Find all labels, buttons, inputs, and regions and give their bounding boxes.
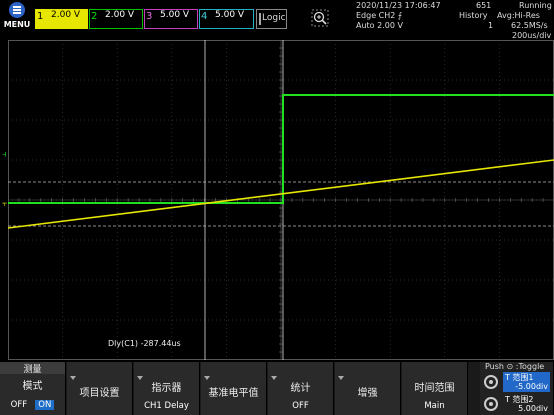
channel-1-scale: 2.00 V <box>51 10 81 20</box>
trigger-type[interactable]: Edge CH2 ⨍ <box>356 11 402 20</box>
time-per-div: 200us/div <box>512 31 552 40</box>
reference-level-title: 基准电平值 <box>208 388 259 399</box>
range-2-knob-icon[interactable] <box>484 397 498 411</box>
run-state: Running <box>519 1 552 10</box>
menu-button[interactable]: MENU <box>2 1 32 31</box>
sample-rate: 62.5MS/s <box>511 21 548 30</box>
channel-2-number: 2 <box>91 11 98 22</box>
channel-2-scale: 2.00 V <box>105 10 135 20</box>
range-2-field[interactable]: T 范围2 5.00div <box>503 394 550 414</box>
channel-1-ground-marker[interactable]: ⫟ <box>2 199 7 209</box>
menu-label: MENU <box>3 20 31 29</box>
acquisition-mode[interactable]: Avg:Hi-Res <box>497 11 540 20</box>
push-knob-icon: ⊙ <box>506 362 514 371</box>
statistics-softkey[interactable]: 统计 OFF <box>268 362 334 415</box>
indicator-value: CH1 Delay <box>144 401 189 411</box>
channel-4-number: 4 <box>201 11 208 22</box>
measure-mode-softkey[interactable]: 测量 模式 OFF ON <box>0 362 66 415</box>
trigger-level[interactable]: Auto 2.00 V <box>356 21 403 30</box>
statistics-title: 统计 <box>290 383 311 394</box>
channel-1-button[interactable]: 1 2.00 V <box>35 9 88 29</box>
enhance-title: 增强 <box>357 388 378 399</box>
channel-2-ground-marker[interactable]: ⫞ <box>2 150 7 160</box>
delay-measurement: Dly(C1) -287.44us <box>108 339 181 348</box>
push-label: Push <box>485 362 504 371</box>
channel-4-button[interactable]: 4 5.00 V <box>199 9 254 29</box>
statistics-value: OFF <box>292 401 309 411</box>
measure-menu-title: 测量 <box>0 362 65 375</box>
submenu-indicator-icon <box>70 376 76 380</box>
measure-mode-off[interactable]: OFF <box>11 400 27 410</box>
item-setup-title: 项目设置 <box>79 388 120 399</box>
graticule <box>8 40 554 360</box>
channel-3-number: 3 <box>146 11 153 22</box>
logic-icon <box>259 13 261 25</box>
softkey-bar: 测量 模式 OFF ON 项目设置 指示器 CH1 Delay 基准电平值 统计… <box>0 362 554 415</box>
date-time: 2020/11/23 17:06:47 <box>356 1 441 10</box>
acquisition-count: 651 <box>476 1 492 10</box>
logic-button[interactable]: Logic <box>256 9 287 29</box>
measure-mode-on[interactable]: ON <box>35 400 55 410</box>
history-value: 1 <box>488 21 494 30</box>
range-2-value: 5.00div <box>518 404 548 413</box>
range-softkey[interactable]: Push ⊙ :Toggle T 范围1 -5.00div T 范围2 5.00… <box>480 362 554 415</box>
channel-2-button[interactable]: 2 2.00 V <box>89 9 143 29</box>
time-range-softkey[interactable]: 时间范围 Main <box>402 362 468 415</box>
channel-3-button[interactable]: 3 5.00 V <box>144 9 198 29</box>
history-label[interactable]: History <box>459 11 487 20</box>
zoom-icon[interactable] <box>311 9 329 27</box>
time-range-value: Main <box>424 401 445 411</box>
channel-1-number: 1 <box>37 11 44 22</box>
top-status-bar: MENU 1 2.00 V 2 2.00 V 3 5.00 V 4 5.00 V… <box>0 0 554 40</box>
enhance-softkey[interactable]: 增强 <box>335 362 401 415</box>
logic-label: Logic <box>262 13 286 23</box>
submenu-indicator-icon <box>204 376 210 380</box>
reference-level-softkey[interactable]: 基准电平值 <box>201 362 267 415</box>
range-1-field[interactable]: T 范围1 -5.00div <box>503 372 550 392</box>
menu-icon <box>9 2 25 18</box>
indicator-softkey[interactable]: 指示器 CH1 Delay <box>134 362 200 415</box>
item-setup-softkey[interactable]: 项目设置 <box>67 362 133 415</box>
range-1-value: -5.00div <box>515 382 548 391</box>
channel-3-scale: 5.00 V <box>160 10 190 20</box>
indicator-title: 指示器 <box>151 383 182 394</box>
toggle-label: :Toggle <box>515 362 545 371</box>
measure-mode-title: 模式 <box>22 381 43 392</box>
waveform-display[interactable] <box>8 40 554 360</box>
range-1-knob-icon[interactable] <box>484 375 498 389</box>
submenu-indicator-icon <box>338 376 344 380</box>
channel-4-scale: 5.00 V <box>215 10 245 20</box>
time-range-title: 时间范围 <box>414 383 455 394</box>
